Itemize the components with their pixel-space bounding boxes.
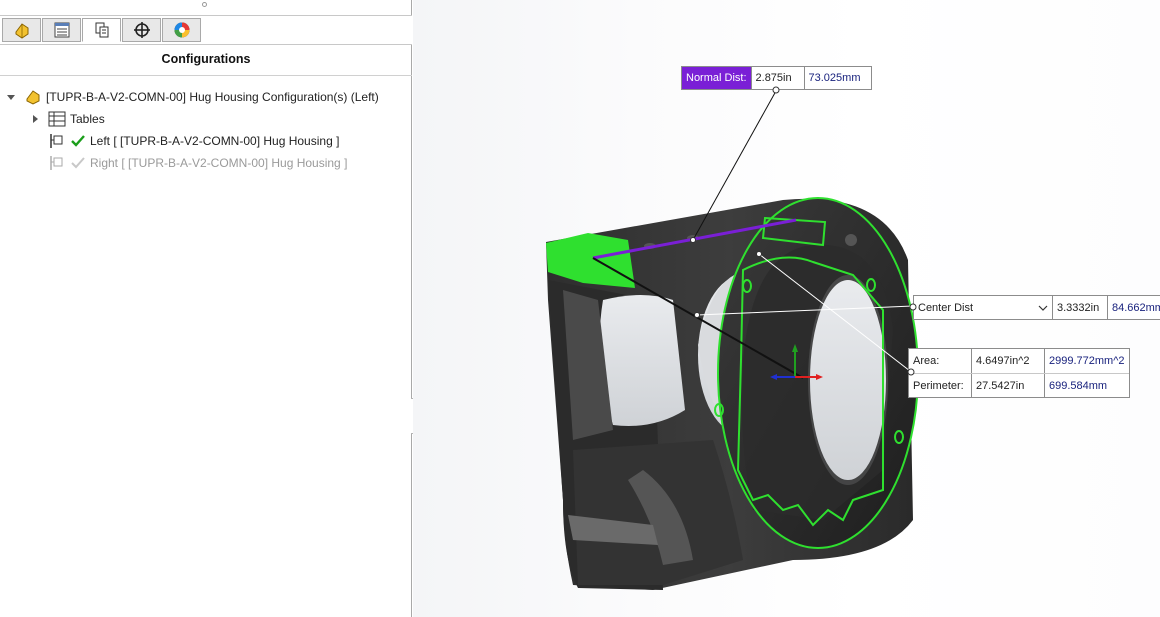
- tree-item-label: Tables: [70, 112, 105, 126]
- area-label: Area:: [909, 349, 972, 373]
- part-icon: [26, 90, 40, 105]
- area-in: 4.6497in^2: [972, 349, 1045, 373]
- checkmark-icon: [71, 157, 85, 169]
- center-dist-mm: 84.662mm: [1112, 301, 1160, 314]
- expand-arrow-icon[interactable]: [30, 114, 40, 124]
- tree-item-config-right[interactable]: Right [ [TUPR-B-A-V2-COMN-00] Hug Housin…: [48, 154, 347, 172]
- panel-title: Configurations: [161, 52, 251, 66]
- panel-grip[interactable]: [202, 2, 207, 7]
- center-dist-label: Center Dist: [918, 301, 974, 314]
- tab-property-manager[interactable]: [42, 18, 81, 42]
- area-perimeter-callout[interactable]: Area: 4.6497in^2 2999.772mm^2 Perimeter:…: [908, 348, 1130, 398]
- housing-left-window: [599, 295, 685, 426]
- configuration-node-icon: [50, 134, 63, 148]
- tab-dimxpert-manager[interactable]: [122, 18, 161, 42]
- appearance-icon: [174, 22, 189, 38]
- callout-anchor: [907, 368, 915, 376]
- manager-tab-bar: [0, 15, 412, 45]
- center-dist-dropdown[interactable]: Center Dist: [914, 296, 1053, 319]
- tab-feature-manager[interactable]: [2, 18, 41, 42]
- callout-anchor: [772, 86, 780, 94]
- tree-item-config-left[interactable]: Left [ [TUPR-B-A-V2-COMN-00] Hug Housing…: [48, 132, 339, 150]
- table-folder-icon: [48, 111, 66, 127]
- perimeter-in: 27.5427in: [972, 374, 1045, 398]
- checkmark-icon: [71, 135, 85, 147]
- perimeter-mm: 699.584mm: [1049, 380, 1108, 392]
- graphics-viewport[interactable]: Normal Dist: 2.875in 73.025mm Center Dis…: [413, 0, 1160, 617]
- tree-item-tables[interactable]: Tables: [30, 110, 105, 128]
- area-mm: 2999.772mm^2: [1049, 355, 1125, 367]
- tree-item-label: Right [ [TUPR-B-A-V2-COMN-00] Hug Housin…: [90, 156, 348, 170]
- tree-root[interactable]: [TUPR-B-A-V2-COMN-00] Hug Housing Config…: [6, 88, 379, 106]
- tree-item-label: Left [ [TUPR-B-A-V2-COMN-00] Hug Housing…: [90, 134, 340, 148]
- tree-root-label: [TUPR-B-A-V2-COMN-00] Hug Housing Config…: [46, 90, 379, 104]
- center-dist-in: 3.3332in: [1053, 296, 1108, 319]
- callout-anchor: [909, 303, 917, 311]
- perimeter-label: Perimeter:: [909, 374, 972, 398]
- divider: [0, 75, 412, 76]
- center-dist-callout[interactable]: Center Dist 3.3332in 84.662mm: [913, 295, 1160, 320]
- configuration-icon: [95, 22, 108, 38]
- chevron-down-icon: [1038, 305, 1048, 311]
- configuration-node-icon: [50, 156, 63, 170]
- collapse-arrow-icon[interactable]: [6, 92, 16, 102]
- configuration-manager-panel: Configurations [TUPR-B-A-V2-COMN-00] Hug…: [0, 0, 412, 617]
- part-icon: [15, 23, 28, 39]
- property-list-icon: [54, 22, 69, 38]
- normal-dist-label: Normal Dist:: [682, 67, 752, 89]
- normal-dist-mm: 73.025mm: [808, 72, 861, 84]
- perimeter-row: Perimeter: 27.5427in 699.584mm: [909, 374, 1129, 398]
- crosshair-icon: [133, 22, 150, 38]
- area-row: Area: 4.6497in^2 2999.772mm^2: [909, 349, 1129, 374]
- tab-configuration-manager[interactable]: [82, 18, 121, 42]
- tab-display-manager[interactable]: [162, 18, 201, 42]
